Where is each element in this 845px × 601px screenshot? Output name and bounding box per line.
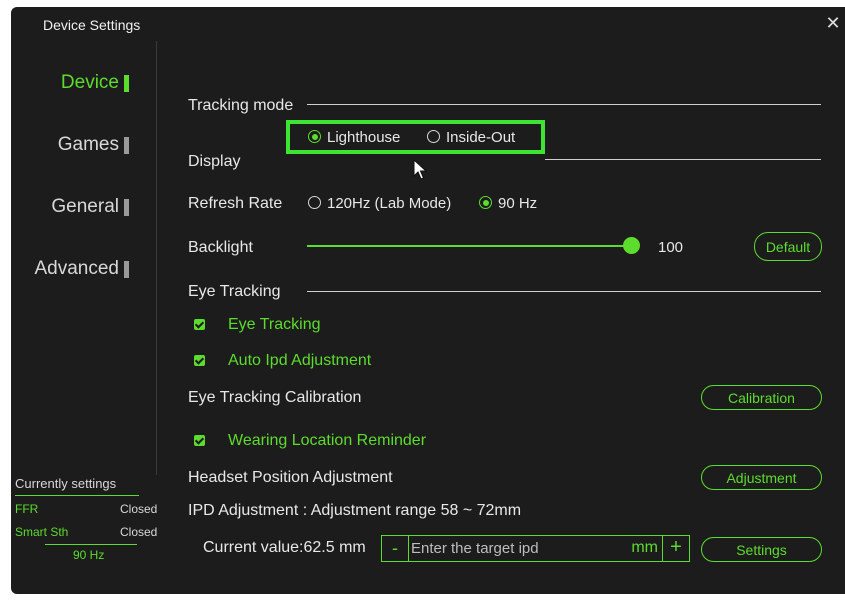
device-settings-window: Device Settings ✕ Device Games General A… xyxy=(11,7,845,594)
display-heading: Display xyxy=(188,153,241,170)
current-settings-title: Currently settings xyxy=(15,476,117,491)
sidebar-item-label: Games xyxy=(57,134,119,155)
divider xyxy=(45,544,137,545)
radio-90hz[interactable]: 90 Hz xyxy=(479,195,537,212)
radio-selected-icon xyxy=(479,196,492,209)
divider xyxy=(15,495,139,496)
ffr-label: FFR xyxy=(15,502,39,516)
smart-value: Closed xyxy=(120,525,158,539)
indicator xyxy=(124,260,129,278)
ffr-value: Closed xyxy=(120,502,158,516)
checkbox-checked-icon[interactable] xyxy=(194,319,205,330)
section-divider xyxy=(307,291,821,292)
mouse-cursor-icon xyxy=(413,159,427,180)
calibration-label: Eye Tracking Calibration xyxy=(188,389,362,406)
settings-button[interactable]: Settings xyxy=(701,537,822,562)
headset-position-label: Headset Position Adjustment xyxy=(188,469,393,486)
ipd-current-value: Current value:62.5 mm xyxy=(203,539,366,556)
adjustment-button[interactable]: Adjustment xyxy=(701,465,822,490)
tracking-mode-heading: Tracking mode xyxy=(188,97,294,114)
backlight-label: Backlight xyxy=(188,239,253,256)
radio-label: 90 Hz xyxy=(498,195,538,212)
radio-120hz[interactable]: 120Hz (Lab Mode) xyxy=(308,195,451,212)
ipd-minus-button[interactable]: - xyxy=(382,536,409,561)
section-divider xyxy=(307,104,821,105)
sidebar-item-label: General xyxy=(51,196,119,217)
radio-unselected-icon xyxy=(308,196,321,209)
auto-ipd-checkbox-label: Auto Ipd Adjustment xyxy=(228,352,372,369)
smart-label: Smart Sth xyxy=(15,525,69,539)
sidebar-item-label: Device xyxy=(60,72,119,93)
sidebar-divider xyxy=(156,41,157,475)
ipd-plus-button[interactable]: + xyxy=(662,535,690,562)
backlight-slider-track[interactable] xyxy=(307,245,633,247)
indicator xyxy=(124,136,129,154)
checkbox-checked-icon[interactable] xyxy=(194,435,205,446)
highlight-box xyxy=(286,120,545,154)
wearing-reminder-checkbox-label: Wearing Location Reminder xyxy=(228,432,427,449)
section-divider xyxy=(545,159,821,160)
eye-tracking-checkbox-label: Eye Tracking xyxy=(228,316,321,333)
sidebar-item-device[interactable]: Device xyxy=(61,72,129,94)
window-title: Device Settings xyxy=(43,17,141,33)
default-button[interactable]: Default xyxy=(754,232,822,261)
backlight-value: 100 xyxy=(658,239,684,256)
close-icon[interactable]: ✕ xyxy=(823,13,843,33)
refresh-rate-value: 90 Hz xyxy=(73,548,105,562)
ipd-range-label: IPD Adjustment : Adjustment range 58 ~ 7… xyxy=(188,502,522,519)
calibration-button[interactable]: Calibration xyxy=(701,385,822,410)
ipd-stepper: - mm xyxy=(381,535,663,562)
ipd-target-input[interactable] xyxy=(411,536,621,561)
ipd-unit: mm xyxy=(631,539,658,556)
sidebar-item-advanced[interactable]: Advanced xyxy=(34,258,129,280)
radio-label: 120Hz (Lab Mode) xyxy=(327,195,452,212)
eye-tracking-heading: Eye Tracking xyxy=(188,283,281,300)
sidebar-item-label: Advanced xyxy=(34,258,119,279)
backlight-slider-thumb[interactable] xyxy=(623,237,640,254)
indicator xyxy=(124,198,129,216)
sidebar-item-games[interactable]: Games xyxy=(58,134,129,156)
checkbox-checked-icon[interactable] xyxy=(194,355,205,366)
sidebar-item-general[interactable]: General xyxy=(51,196,129,218)
active-indicator xyxy=(124,74,129,92)
refresh-rate-label: Refresh Rate xyxy=(188,195,283,212)
